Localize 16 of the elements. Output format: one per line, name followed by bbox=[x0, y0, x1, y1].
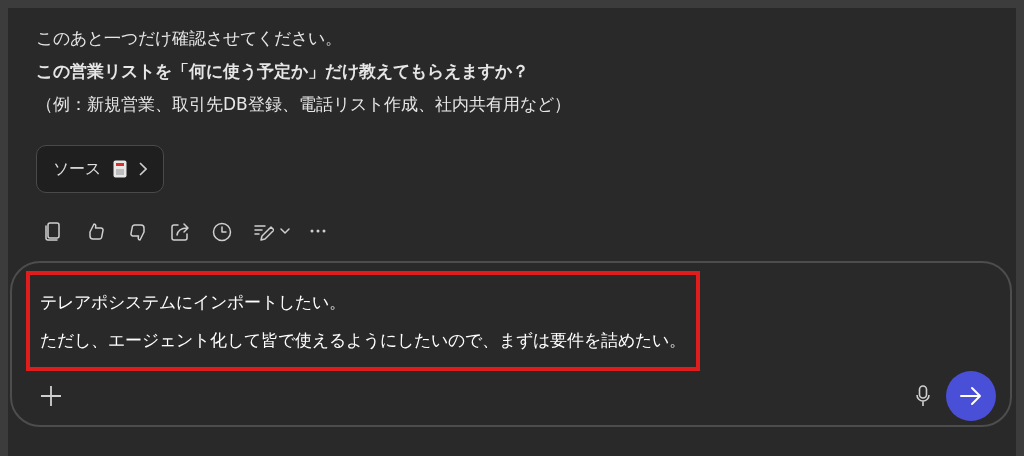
message-text: このあと一つだけ確認させてください。 bbox=[36, 27, 343, 50]
chevron-right-icon bbox=[139, 162, 147, 176]
message-text: この営業リストを「何に使う予定か」だけ教えてもらえますか？ bbox=[36, 60, 530, 83]
arrow-right-icon bbox=[960, 386, 982, 406]
message-input[interactable]: テレアポシステムにインポートしたい。 ただし、エージェント化して皆で使えるようにしたいので、まずは要件を詰めたい。 bbox=[10, 261, 1012, 427]
clock-icon[interactable] bbox=[210, 220, 232, 242]
send-button[interactable] bbox=[946, 371, 996, 421]
more-icon[interactable] bbox=[310, 229, 326, 233]
plus-icon[interactable] bbox=[40, 385, 62, 407]
caret-icon[interactable] bbox=[280, 228, 290, 234]
share-icon[interactable] bbox=[168, 220, 190, 242]
message-text: （例：新規営業、取引先DB登録、電話リスト作成、社内共有用など） bbox=[36, 93, 572, 116]
microphone-icon[interactable] bbox=[916, 385, 930, 407]
document-icon bbox=[113, 160, 127, 178]
source-button[interactable]: ソース bbox=[36, 145, 164, 193]
input-text: テレアポシステムにインポートしたい。 ただし、エージェント化して皆で使えるようにしたいので、まずは要件を詰めたい。 bbox=[26, 271, 700, 371]
